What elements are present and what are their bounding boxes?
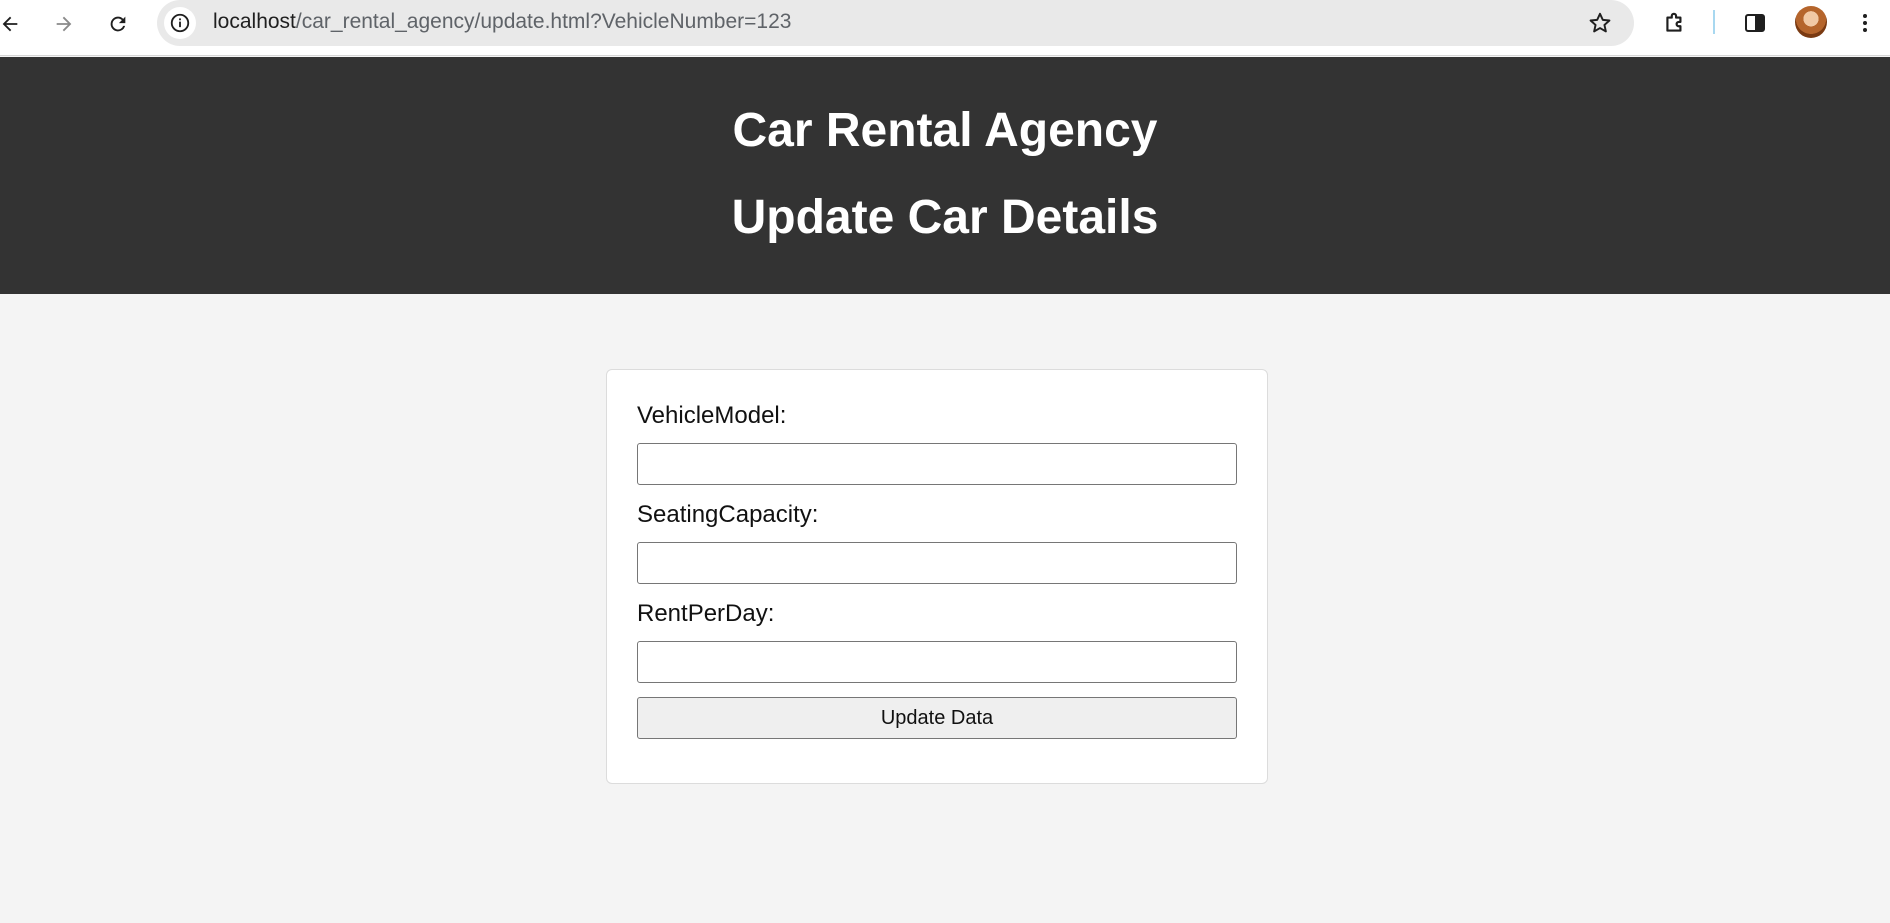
profile-avatar[interactable] (1795, 6, 1827, 38)
update-car-form: VehicleModel: SeatingCapacity: RentPerDa… (606, 369, 1268, 784)
page-title: Update Car Details (731, 191, 1159, 244)
back-icon (2, 16, 18, 32)
forward-button[interactable] (46, 6, 82, 42)
rent-per-day-input[interactable] (637, 641, 1237, 683)
seating-capacity-input[interactable] (637, 542, 1237, 584)
reload-icon (110, 16, 126, 32)
page-header: Car Rental Agency Update Car Details (0, 57, 1890, 294)
site-title: Car Rental Agency (732, 104, 1158, 157)
rent-per-day-label: RentPerDay: (637, 600, 775, 627)
url-host: localhost (213, 10, 296, 33)
seating-capacity-label: SeatingCapacity: (637, 501, 819, 528)
browser-toolbar: localhost/car_rental_agency/update.html?… (0, 0, 1890, 56)
address-bar[interactable]: localhost/car_rental_agency/update.html?… (157, 0, 1634, 46)
browser-menu-button[interactable] (1849, 7, 1881, 39)
more-vert-icon (1863, 14, 1867, 32)
side-panel-icon (1745, 14, 1765, 32)
bookmark-star-icon (1589, 12, 1611, 33)
url-text[interactable]: localhost/car_rental_agency/update.html?… (213, 0, 791, 46)
vehicle-model-label: VehicleModel: (637, 402, 787, 429)
reload-button[interactable] (100, 6, 136, 42)
extensions-button[interactable] (1659, 7, 1691, 39)
site-info-button[interactable] (164, 7, 196, 39)
extensions-icon (1666, 12, 1682, 32)
url-path: /car_rental_agency/update.html?VehicleNu… (295, 10, 792, 33)
forward-icon (56, 16, 72, 32)
bookmark-button[interactable] (1586, 9, 1614, 37)
site-info-icon (170, 13, 190, 33)
update-data-button[interactable]: Update Data (637, 697, 1237, 739)
toolbar-divider (1713, 10, 1715, 34)
side-panel-button[interactable] (1739, 7, 1771, 39)
back-button[interactable] (0, 6, 28, 42)
vehicle-model-input[interactable] (637, 443, 1237, 485)
